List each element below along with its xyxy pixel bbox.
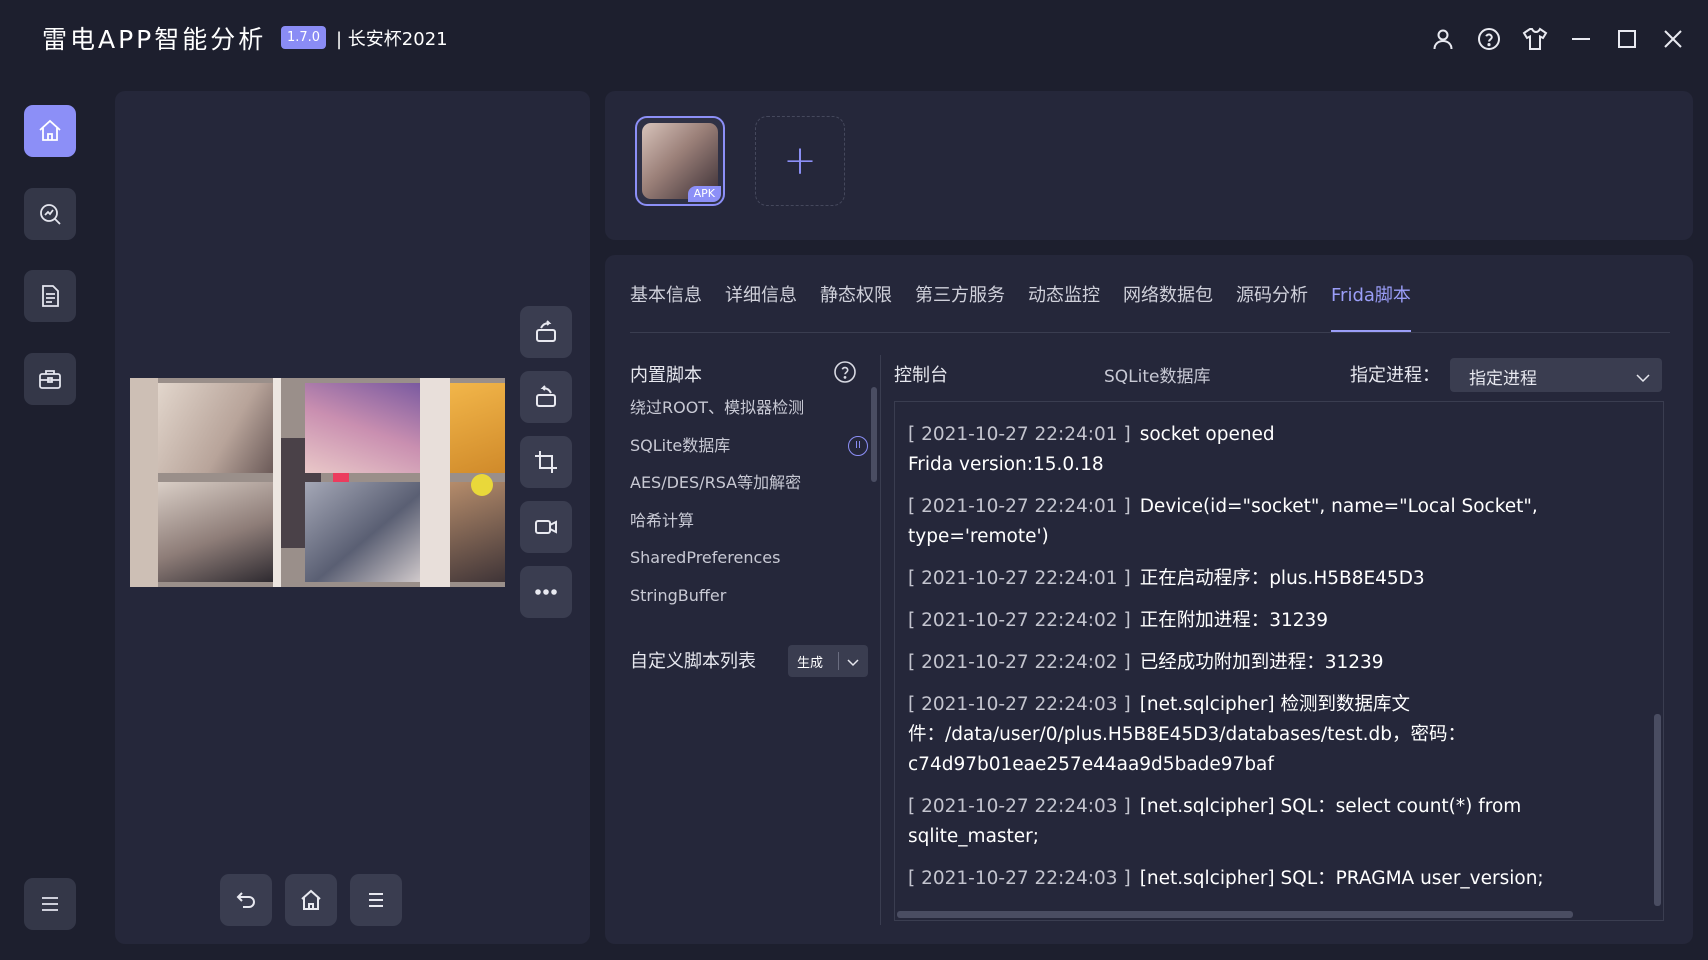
- sqlite-database-tab[interactable]: SQLite数据库: [1104, 362, 1211, 387]
- tab-dynamic-monitor[interactable]: 动态监控: [1028, 283, 1100, 333]
- device-back-button[interactable]: [220, 874, 272, 926]
- help-icon[interactable]: [1474, 24, 1504, 54]
- window-controls: [1428, 24, 1688, 54]
- rotate-left-button[interactable]: [520, 306, 572, 358]
- crop-button[interactable]: [520, 436, 572, 488]
- side-nav: [0, 74, 100, 960]
- log-entry: [ 2021-10-27 22:24:02 ] 已经成功附加到进程：31239: [908, 652, 1384, 673]
- tab-frida-scripts[interactable]: Frida脚本: [1331, 283, 1411, 333]
- log-entry: [ 2021-10-27 22:24:03 ] [net.sqlcipher] S…: [908, 868, 1544, 889]
- log-entry: [ 2021-10-27 22:24:03 ] [net.sqlcipher] S…: [908, 796, 1522, 847]
- device-panel: [115, 91, 590, 944]
- script-item[interactable]: AES/DES/RSA等加解密: [630, 470, 870, 508]
- log-entry: Frida version:15.0.18: [908, 454, 1104, 475]
- device-screen-preview[interactable]: [130, 378, 505, 587]
- console-vertical-scrollbar[interactable]: [1654, 714, 1661, 906]
- menu-icon: [42, 897, 58, 911]
- record-icon: [535, 520, 557, 534]
- title-bar: 雷电APP智能分析 1.7.0 | 长安杯2021: [0, 0, 1708, 74]
- log-entry: [ 2021-10-27 22:24:02 ] 正在附加进程：31239: [908, 610, 1329, 631]
- document-icon: [42, 285, 59, 307]
- tab-detail-info[interactable]: 详细信息: [725, 283, 797, 333]
- apk-panel: APK +: [605, 91, 1693, 240]
- close-icon[interactable]: [1658, 24, 1688, 54]
- generate-dropdown[interactable]: 生成: [788, 645, 868, 677]
- log-entry: [ 2021-10-27 22:24:01 ] Device(id="socket…: [908, 496, 1538, 547]
- tab-third-party[interactable]: 第三方服务: [915, 283, 1005, 333]
- chevron-down-icon: [1636, 368, 1650, 387]
- skin-icon[interactable]: [1520, 24, 1550, 54]
- tab-static-permissions[interactable]: 静态权限: [820, 283, 892, 333]
- nav-analysis-button[interactable]: [24, 188, 76, 240]
- tab-basic-info[interactable]: 基本信息: [630, 283, 702, 333]
- tab-bar: 基本信息 详细信息 静态权限 第三方服务 动态监控 网络数据包 源码分析 Fri…: [630, 283, 1434, 333]
- minimize-icon[interactable]: [1566, 24, 1596, 54]
- crop-icon: [535, 451, 557, 473]
- rotate-left-icon: [536, 320, 556, 342]
- app-title: 雷电APP智能分析: [42, 25, 267, 54]
- builtin-script-list: 绕过ROOT、模拟器检测 SQLite数据库 II AES/DES/RSA等加解密…: [630, 395, 870, 620]
- log-entry: [ 2021-10-27 22:24:01 ] 正在启动程序：plus.H5B8E…: [908, 568, 1425, 589]
- more-button[interactable]: [520, 566, 572, 618]
- process-value: 指定进程: [1469, 369, 1537, 389]
- nav-home-button[interactable]: [24, 105, 76, 157]
- console-title: 控制台: [894, 365, 948, 386]
- maximize-icon[interactable]: [1612, 24, 1642, 54]
- record-button[interactable]: [520, 501, 572, 553]
- log-entry: [ 2021-10-27 22:24:01 ] socket opened: [908, 424, 1275, 445]
- analysis-icon: [40, 204, 61, 225]
- pause-icon[interactable]: II: [848, 435, 868, 456]
- user-icon[interactable]: [1428, 24, 1458, 54]
- tab-source-analysis[interactable]: 源码分析: [1236, 283, 1308, 333]
- home-icon: [39, 119, 61, 141]
- help-icon[interactable]: [833, 360, 857, 388]
- script-item[interactable]: SharedPreferences: [630, 545, 870, 583]
- console-horizontal-scrollbar[interactable]: [897, 911, 1573, 918]
- version-badge: 1.7.0: [281, 26, 327, 49]
- menu-icon: [369, 893, 383, 907]
- rotate-right-icon: [536, 385, 556, 407]
- builtin-scripts-title: 内置脚本: [630, 365, 702, 386]
- log-list: [ 2021-10-27 22:24:01 ] socket opened Fri…: [908, 420, 1628, 906]
- custom-scripts-title: 自定义脚本列表: [630, 651, 756, 672]
- nav-document-button[interactable]: [24, 270, 76, 322]
- generate-label: 生成: [797, 655, 824, 671]
- apk-card[interactable]: APK: [635, 116, 725, 206]
- script-list-scrollbar[interactable]: [871, 387, 877, 482]
- home-icon: [301, 889, 321, 910]
- script-item[interactable]: 绕过ROOT、模拟器检测: [630, 395, 870, 433]
- rotate-right-button[interactable]: [520, 371, 572, 423]
- process-label: 指定进程：: [1350, 365, 1440, 386]
- back-icon: [236, 892, 255, 908]
- script-item[interactable]: StringBuffer: [630, 583, 870, 621]
- console-output[interactable]: [ 2021-10-27 22:24:01 ] socket opened Fri…: [894, 401, 1664, 921]
- tab-network-packets[interactable]: 网络数据包: [1123, 283, 1213, 333]
- chevron-down-icon: [839, 652, 867, 671]
- analysis-panel: 基本信息 详细信息 静态权限 第三方服务 动态监控 网络数据包 源码分析 Fri…: [605, 255, 1693, 944]
- event-label: | 长安杯2021: [336, 29, 448, 50]
- apk-badge: APK: [687, 186, 721, 202]
- nav-toolbox-button[interactable]: [24, 353, 76, 405]
- script-item[interactable]: 哈希计算: [630, 508, 870, 546]
- more-icon: [535, 589, 557, 595]
- device-menu-button[interactable]: [350, 874, 402, 926]
- add-apk-button[interactable]: +: [755, 116, 845, 206]
- toolbox-icon: [39, 370, 61, 389]
- nav-menu-button[interactable]: [24, 878, 76, 930]
- panel-divider: [880, 355, 881, 925]
- tab-divider: [630, 332, 1670, 333]
- script-item[interactable]: SQLite数据库 II: [630, 433, 870, 471]
- log-entry: [ 2021-10-27 22:24:03 ] [net.sqlcipher] 检…: [908, 694, 1467, 775]
- device-home-button[interactable]: [285, 874, 337, 926]
- process-select[interactable]: 指定进程: [1450, 358, 1662, 392]
